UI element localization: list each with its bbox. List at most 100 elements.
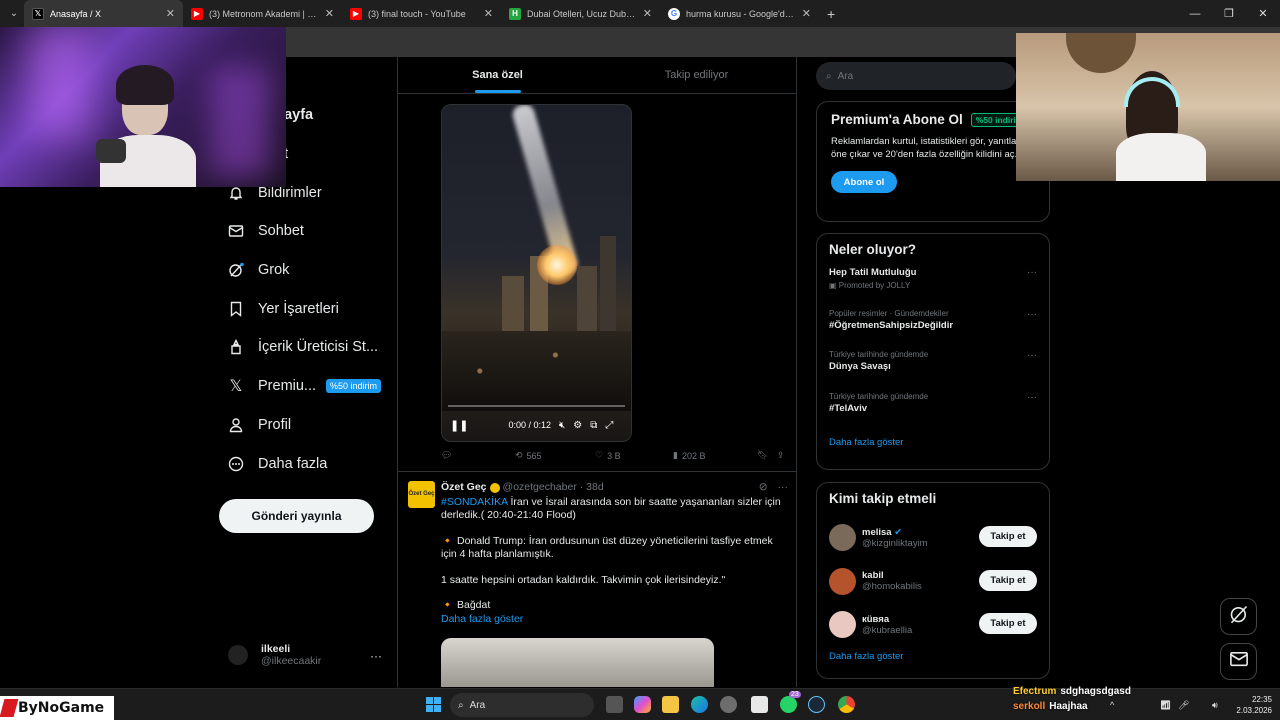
store-icon[interactable] <box>751 696 768 713</box>
close-window-icon[interactable]: ✕ <box>1246 0 1280 27</box>
close-tab-icon[interactable]: ✕ <box>484 7 493 20</box>
pause-icon[interactable]: ❚❚ <box>450 419 468 432</box>
grok-float-button[interactable] <box>1220 598 1257 635</box>
subscribe-button[interactable]: Abone ol <box>831 171 897 193</box>
chat-message: Efectrum sdghagsdgasd <box>1013 684 1131 699</box>
like-button[interactable]: ♡ 3 B <box>595 450 673 461</box>
mail-icon <box>228 223 244 239</box>
video-player[interactable]: ❚❚ 0:00 / 0:12 🔇︎ ⚙ ⧉ ⤢ <box>441 104 632 442</box>
sidebar-item-premium[interactable]: 𝕏 Premiu... %50 indirim <box>218 367 398 406</box>
suggestion-name: кüвяа <box>862 613 890 625</box>
city-lights <box>442 331 631 411</box>
trend-item[interactable]: Popüler resimler · Gündemdekiler #Öğretm… <box>829 309 1037 351</box>
more-horizontal-icon[interactable]: ··· <box>1027 267 1037 278</box>
follow-button[interactable]: Takip et <box>979 569 1037 591</box>
tab-for-you[interactable]: Sana özel <box>398 57 597 93</box>
headphones <box>1124 77 1180 107</box>
follow-suggestion[interactable]: kabil @homokabilis Takip et <box>829 560 1037 604</box>
speaker-icon[interactable]: 🔊︎ <box>1212 700 1218 711</box>
grok-icon[interactable]: ⊘ <box>759 481 768 495</box>
more-horizontal-icon[interactable]: ··· <box>778 481 789 495</box>
steam-icon[interactable] <box>808 696 825 713</box>
tab-title: (3) final touch - YouTube <box>368 8 466 19</box>
follow-button[interactable]: Takip et <box>979 613 1037 634</box>
more-horizontal-icon[interactable]: ··· <box>370 649 382 663</box>
share-icon[interactable]: ⇪ <box>777 450 785 461</box>
show-more-link[interactable]: Daha fazla göster <box>829 437 1037 448</box>
youtube-icon: ▶ <box>350 7 362 20</box>
tweet-image[interactable] <box>441 638 714 687</box>
follow-suggestion[interactable]: кüвяа @kubraellia Takip et <box>829 603 1037 647</box>
edge-icon[interactable] <box>691 696 708 713</box>
trend-item[interactable]: Türkiye tarihinde gündemde #TelAviv ··· <box>829 392 1037 434</box>
browser-tab-3[interactable]: H Dubai Otelleri, Ucuz Dubai Otelle ✕ <box>501 0 660 27</box>
avatar[interactable]: Özet Geç <box>408 481 435 508</box>
more-horizontal-icon[interactable]: ··· <box>1027 392 1037 403</box>
sidebar-item-messages[interactable]: Sohbet <box>218 212 398 251</box>
sidebar-item-bookmarks[interactable]: Yer İşaretleri <box>218 289 398 328</box>
search-input[interactable]: ⌕ Ara <box>816 62 1016 90</box>
trend-item[interactable]: Hep Tatil Mutluluğu ▣ Promoted by JOLLY … <box>829 267 1037 309</box>
follow-suggestion[interactable]: melisa ✔ @kizginliktayim Takip et <box>829 516 1037 560</box>
minimize-icon[interactable]: — <box>1178 0 1212 27</box>
follow-button[interactable]: Takip et <box>979 526 1037 547</box>
more-horizontal-icon[interactable]: ··· <box>1027 309 1037 320</box>
sidebar-item-label: Grok <box>258 262 290 279</box>
close-tab-icon[interactable]: ✕ <box>802 7 811 20</box>
trend-item[interactable]: Türkiye tarihinde gündemde Dünya Savaşı … <box>829 350 1037 392</box>
close-tab-icon[interactable]: ✕ <box>325 7 334 20</box>
more-horizontal-icon[interactable]: ··· <box>1027 350 1037 361</box>
video-progress-bar[interactable] <box>448 405 625 407</box>
tab-following[interactable]: Takip ediliyor <box>597 57 796 93</box>
chat-user: Efectrum <box>1013 686 1057 697</box>
sidebar-item-more[interactable]: Daha fazla <box>218 444 398 483</box>
fullscreen-icon[interactable]: ⤢ <box>605 420 613 431</box>
trend-name: Dünya Savaşı <box>829 361 891 372</box>
clock-time: 22:35 <box>1251 695 1272 704</box>
messages-float-button[interactable] <box>1220 643 1257 680</box>
reply-icon[interactable]: 💬︎ <box>441 450 515 461</box>
browser-tab-4[interactable]: G hurma kurusu - Google'da Ara ✕ <box>660 0 819 27</box>
post-button[interactable]: Gönderi yayınla <box>219 499 374 533</box>
show-more-link[interactable]: Daha fazla göster <box>441 613 788 627</box>
windows-start-icon[interactable] <box>426 697 441 712</box>
avatar <box>829 567 856 595</box>
network-icon[interactable]: 📶︎ <box>1160 700 1171 711</box>
account-switcher[interactable]: ilkeeli @ilkeecaakir ··· <box>228 643 388 667</box>
pip-icon[interactable]: ⧉ <box>590 420 597 431</box>
microphone-icon[interactable]: 🎤︎ <box>1178 700 1189 711</box>
mute-icon[interactable]: 🔇︎ <box>559 420 565 431</box>
hashtag-link[interactable]: #SONDAKİKA <box>441 496 508 508</box>
suggestion-name: kabil <box>862 570 884 582</box>
tab-list-button[interactable]: ⌄ <box>4 4 24 24</box>
settings-icon[interactable] <box>720 696 737 713</box>
close-tab-icon[interactable]: ✕ <box>643 7 652 20</box>
views-button[interactable]: ▮ 202 B <box>673 450 757 461</box>
post-actions: 💬︎ ⟲ 565 ♡ 3 B ▮ 202 B 🔖︎ ⇪ <box>441 450 789 461</box>
taskbar-search[interactable]: ⌕ Ara <box>450 693 594 717</box>
clock[interactable]: 22:35 2.03.2026 <box>1236 694 1272 716</box>
browser-tab-1[interactable]: ▶ (3) Metronom Akademi | 1. Bölü ✕ <box>183 0 342 27</box>
new-tab-button[interactable]: + <box>827 6 835 22</box>
repost-button[interactable]: ⟲ 565 <box>515 450 595 461</box>
sidebar-item-profile[interactable]: Profil <box>218 406 398 445</box>
tweet[interactable]: Özet Geç Özet Geç @ozetgechaber · 38d ⊘ … <box>408 481 788 626</box>
explosion <box>537 245 577 285</box>
task-view-icon[interactable] <box>606 696 623 713</box>
file-explorer-icon[interactable] <box>662 696 679 713</box>
browser-tab-0[interactable]: 𝕏 Anasayfa / X ✕ <box>24 0 183 27</box>
settings-icon[interactable]: ⚙ <box>573 420 582 431</box>
copilot-icon[interactable] <box>634 696 651 713</box>
show-more-link[interactable]: Daha fazla göster <box>829 651 1037 662</box>
video-controls: ❚❚ 0:00 / 0:12 🔇︎ ⚙ ⧉ ⤢ <box>442 409 631 441</box>
restore-icon[interactable]: ❐ <box>1212 0 1246 27</box>
who-to-follow-title: Kimi takip etmeli <box>829 491 937 506</box>
close-tab-icon[interactable]: ✕ <box>166 7 175 20</box>
chrome-icon[interactable] <box>838 696 855 713</box>
tweet-author-name[interactable]: Özet Geç <box>441 481 487 495</box>
sidebar-item-creator-studio[interactable]: İçerik Üreticisi St... <box>218 328 398 367</box>
sidebar-item-grok[interactable]: Grok <box>218 251 398 290</box>
whatsapp-icon[interactable] <box>780 696 797 713</box>
browser-tab-2[interactable]: ▶ (3) final touch - YouTube ✕ <box>342 0 501 27</box>
bookmark-icon[interactable]: 🔖︎ <box>757 450 777 461</box>
